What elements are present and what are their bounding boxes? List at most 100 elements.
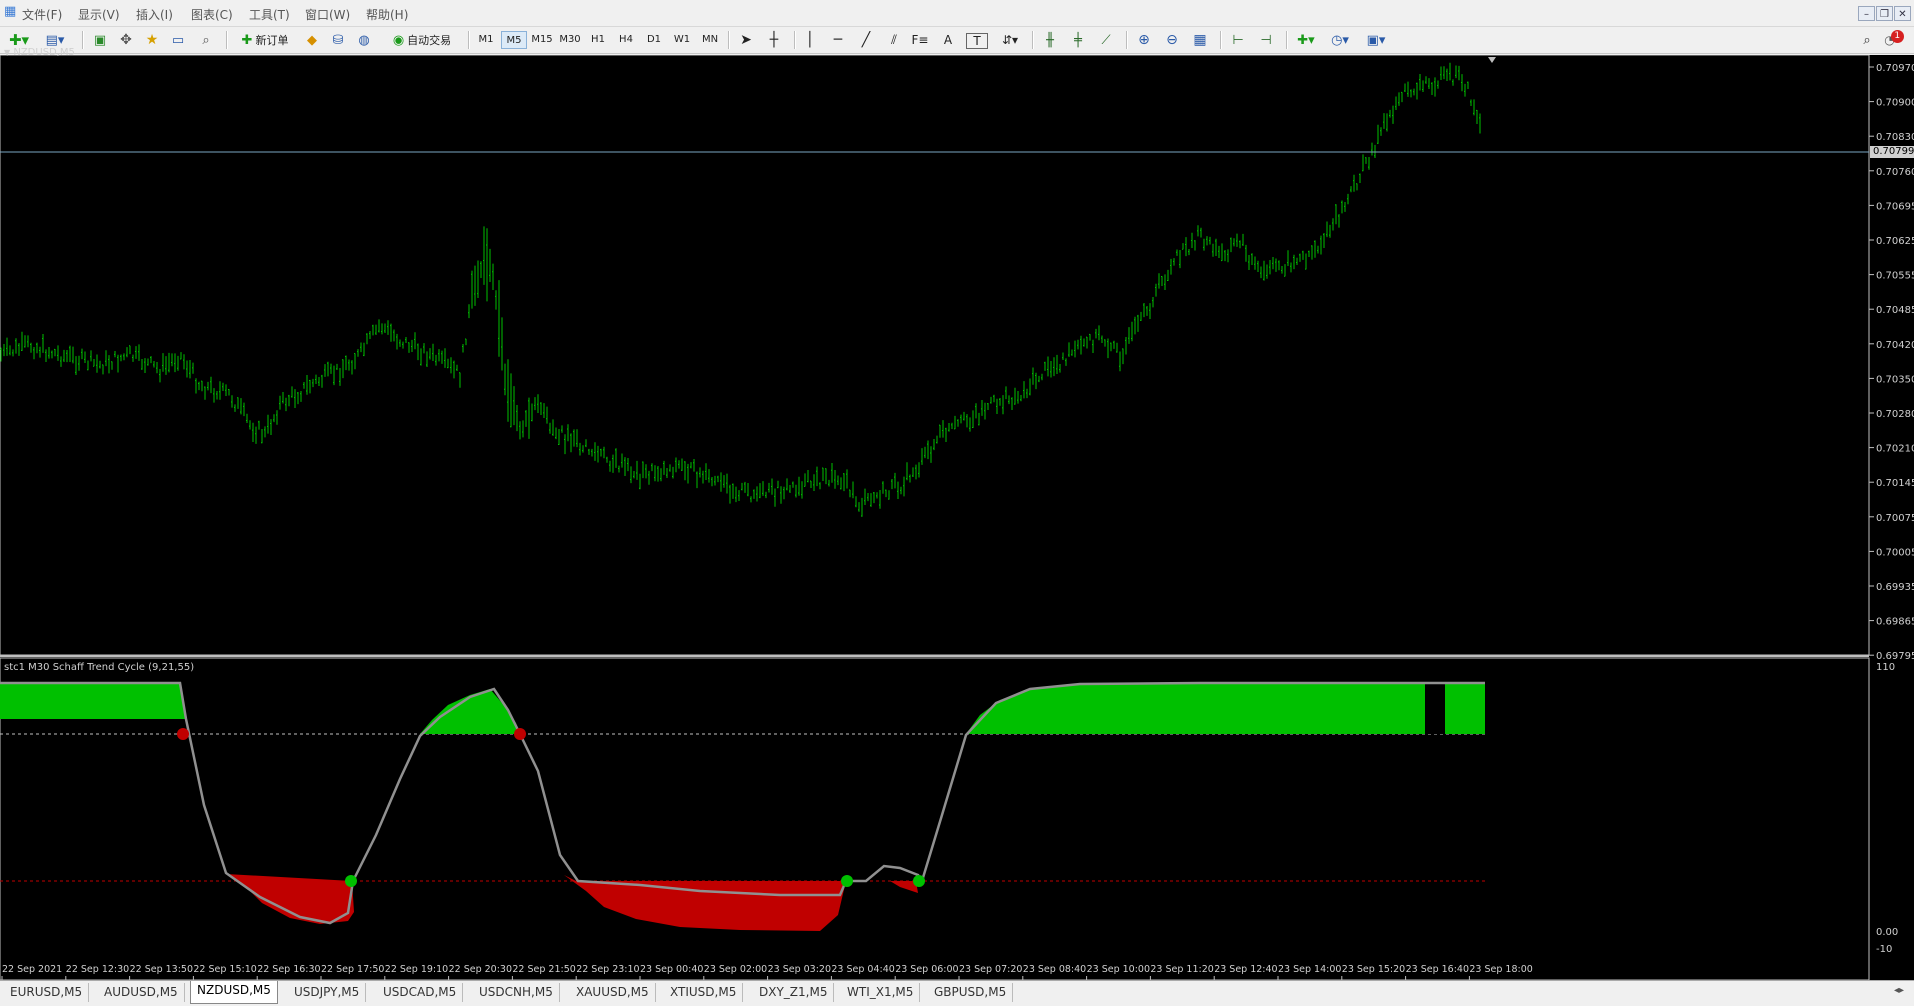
trendline-icon[interactable]: ╱ xyxy=(856,30,876,50)
menu-insert[interactable]: 插入(I) xyxy=(136,6,173,23)
timeframe-m1[interactable]: M1 xyxy=(473,31,499,49)
notifications-icon[interactable]: ◔ 1 xyxy=(1882,29,1906,50)
new-order-icon: ✚ xyxy=(241,32,253,48)
tab-wti-x1[interactable]: WTI_X1,M5 xyxy=(841,983,921,1002)
signals-icon[interactable]: ◍ xyxy=(354,30,374,50)
vertical-line-icon[interactable]: │ xyxy=(800,30,820,50)
menu-bar: ▦ 文件(F) 显示(V) 插入(I) 图表(C) 工具(T) 窗口(W) 帮助… xyxy=(0,0,1914,27)
time-tick-label: 22 Sep 17:50 xyxy=(321,964,384,975)
buy-signal-dot xyxy=(913,875,925,887)
time-tick-label: 23 Sep 10:00 xyxy=(1087,964,1150,975)
stc-indicator xyxy=(0,681,1485,931)
chart-menu-triangle-icon[interactable]: ▼ xyxy=(4,48,10,57)
tabs-scroll-icon[interactable]: ◂▸ xyxy=(1894,985,1904,996)
timeframe-m5[interactable]: M5 xyxy=(501,31,527,49)
timeframe-mn[interactable]: MN xyxy=(697,31,723,49)
timeframe-w1[interactable]: W1 xyxy=(669,31,695,49)
time-tick-label: 23 Sep 07:20 xyxy=(959,964,1022,975)
timeframe-m15[interactable]: M15 xyxy=(529,31,555,49)
candlestick-icon[interactable]: ╪ xyxy=(1068,30,1088,50)
price-tick-label: 0.70005 xyxy=(1876,547,1914,558)
line-chart-icon[interactable]: ⟋ xyxy=(1096,30,1116,50)
periods-icon[interactable]: ◷▾ xyxy=(1326,30,1354,50)
templates-icon[interactable]: ▣▾ xyxy=(1362,30,1390,50)
auto-trading-icon: ◉ xyxy=(392,32,405,48)
tab-usdjpy[interactable]: USDJPY,M5 xyxy=(288,983,367,1002)
equidistant-channel-icon[interactable]: ⫽ xyxy=(884,30,904,50)
time-tick-label: 23 Sep 11:20 xyxy=(1150,964,1213,975)
close-button[interactable]: ✕ xyxy=(1894,6,1911,21)
bar-chart-icon[interactable]: ╫ xyxy=(1040,30,1060,50)
tab-usdcad[interactable]: USDCAD,M5 xyxy=(377,983,464,1002)
price-tick-label: 0.70760 xyxy=(1876,167,1914,178)
menu-view[interactable]: 显示(V) xyxy=(78,6,120,23)
restore-button[interactable]: ❐ xyxy=(1876,6,1893,21)
timeframe-h1[interactable]: H1 xyxy=(585,31,611,49)
cursor-icon[interactable]: ➤ xyxy=(736,30,756,50)
crosshair-icon[interactable]: ┼ xyxy=(764,30,784,50)
tile-windows-icon[interactable]: ▦ xyxy=(1190,30,1210,50)
current-price-badge: 0.70799 xyxy=(1870,146,1914,158)
menu-file[interactable]: 文件(F) xyxy=(22,6,62,23)
stc-gap xyxy=(1425,683,1445,734)
stc-up-zone xyxy=(0,683,186,719)
database-icon[interactable]: ⛁ xyxy=(328,30,348,50)
navigator-icon[interactable]: ★ xyxy=(142,30,162,50)
metaeditor-icon[interactable]: ◆ xyxy=(302,30,322,50)
app-icon[interactable]: ▦ xyxy=(4,4,16,19)
timeframe-m30[interactable]: M30 xyxy=(557,31,583,49)
minimize-button[interactable]: – xyxy=(1858,6,1875,21)
timeframe-d1[interactable]: D1 xyxy=(641,31,667,49)
time-tick-label: 23 Sep 08:40 xyxy=(1023,964,1086,975)
time-tick-label: 23 Sep 15:20 xyxy=(1342,964,1405,975)
tab-usdcnh[interactable]: USDCNH,M5 xyxy=(473,983,560,1002)
price-tick-label: 0.70970 xyxy=(1876,63,1914,74)
strategy-tester-icon[interactable]: ⌕ xyxy=(196,30,216,50)
chart-canvas[interactable]: 0.70970 0.70900 0.70830 0.70760 0.70695 0.706… xyxy=(0,55,1914,980)
chart-window[interactable]: 0.70970 0.70900 0.70830 0.70760 0.70695 0.706… xyxy=(0,47,1914,980)
indicator-axis-top: 110 xyxy=(1876,662,1896,673)
search-icon[interactable]: ⌕ xyxy=(1858,30,1876,50)
tab-dxy-z1[interactable]: DXY_Z1,M5 xyxy=(753,983,835,1002)
time-tick-label: 23 Sep 18:00 xyxy=(1469,964,1532,975)
zoom-out-icon[interactable]: ⊖ xyxy=(1162,30,1182,50)
indicators-icon[interactable]: ✚▾ xyxy=(1292,30,1320,50)
price-tick-label: 0.70210 xyxy=(1876,444,1914,455)
horizontal-line-icon[interactable]: ─ xyxy=(828,30,848,50)
indicator-title: stc1 M30 Schaff Trend Cycle (9,21,55) xyxy=(4,662,195,673)
menu-charts[interactable]: 图表(C) xyxy=(191,6,233,23)
market-watch-icon[interactable]: ▣ xyxy=(90,30,110,50)
tab-gbpusd[interactable]: GBPUSD,M5 xyxy=(928,983,1014,1002)
menu-window[interactable]: 窗口(W) xyxy=(305,6,350,23)
time-axis: 22 Sep 2021 22 Sep 12:30 22 Sep 13:50 22 Se… xyxy=(1,964,1533,980)
price-tick-label: 0.70075 xyxy=(1876,513,1914,524)
sell-signal-dot xyxy=(177,728,189,740)
tab-audusd[interactable]: AUDUSD,M5 xyxy=(98,983,185,1002)
terminal-icon[interactable]: ▭ xyxy=(168,30,188,50)
time-tick-label: 22 Sep 15:10 xyxy=(193,964,256,975)
auto-trading-button[interactable]: ◉ 自动交易 xyxy=(384,30,460,50)
timeframe-h4[interactable]: H4 xyxy=(613,31,639,49)
zoom-in-icon[interactable]: ⊕ xyxy=(1134,30,1154,50)
fibonacci-icon[interactable]: F≡ xyxy=(910,30,930,50)
menu-tools[interactable]: 工具(T) xyxy=(249,6,290,23)
new-order-button[interactable]: ✚ 新订单 xyxy=(234,30,296,50)
chart-shift-icon[interactable]: ⊢ xyxy=(1228,30,1248,50)
chart-shift-marker[interactable] xyxy=(1488,57,1496,63)
indicator-axis-bottom: -10 xyxy=(1876,944,1893,955)
text-tool-icon[interactable]: A xyxy=(938,30,958,50)
tab-nzdusd[interactable]: NZDUSD,M5 xyxy=(190,981,278,1004)
auto-scroll-icon[interactable]: ⊣ xyxy=(1256,30,1276,50)
chart-title: NZDUSD,M5 xyxy=(13,47,75,58)
menu-help[interactable]: 帮助(H) xyxy=(366,6,408,23)
text-label-icon[interactable]: T xyxy=(966,33,988,49)
tab-eurusd[interactable]: EURUSD,M5 xyxy=(4,983,90,1002)
arrows-menu-icon[interactable]: ⇵▾ xyxy=(996,30,1024,50)
time-tick-label: 22 Sep 13:50 xyxy=(130,964,193,975)
tab-xtiusd[interactable]: XTIUSD,M5 xyxy=(664,983,744,1002)
tab-xauusd[interactable]: XAUUSD,M5 xyxy=(570,983,656,1002)
time-tick-label: 23 Sep 04:40 xyxy=(831,964,894,975)
price-tick-label: 0.70280 xyxy=(1876,409,1914,420)
data-window-icon[interactable]: ✥ xyxy=(116,30,136,50)
auto-trading-label: 自动交易 xyxy=(407,34,452,47)
